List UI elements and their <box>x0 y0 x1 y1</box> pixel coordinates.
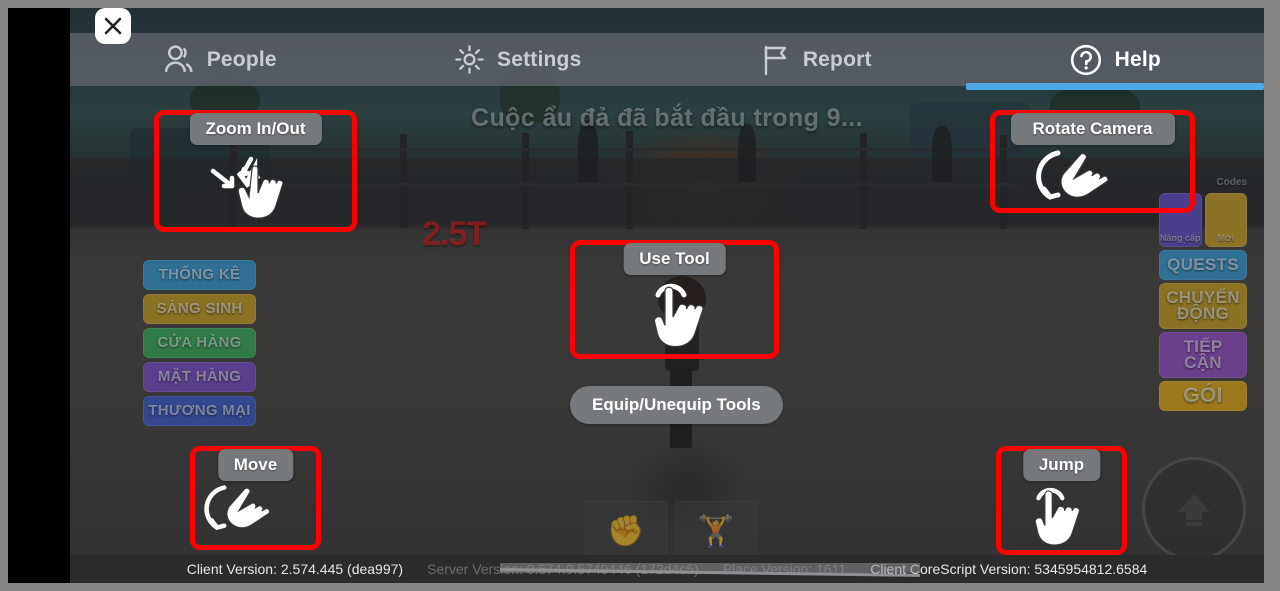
sidebar-item-sang-sinh[interactable]: SẢNG SINH <box>143 294 256 324</box>
sidebar-label: TIẾP CẬN <box>1183 337 1223 372</box>
sidebar-label: MẶT HÀNG <box>157 368 242 385</box>
sidebar-label: Nâng cấp <box>1160 233 1201 243</box>
left-sidebar: THỐNG KÊ SẢNG SINH CỬA HÀNG MẶT HÀNG THƯ… <box>143 260 256 426</box>
damage-number: 2.5T <box>422 215 487 253</box>
sidebar-label: GÓI <box>1183 384 1223 407</box>
app-root: Cuộc ẩu đả đã bắt đầu trong 9... 2.5T TH… <box>0 0 1280 591</box>
sidebar-item-thuong-mai[interactable]: THƯƠNG MẠI <box>143 396 256 426</box>
sidebar-label: SẢNG SINH <box>156 300 243 317</box>
pinch-hand-icon <box>191 143 321 235</box>
annotation-label: Zoom In/Out <box>189 113 322 145</box>
sidebar-label: Mời <box>1217 233 1234 243</box>
up-arrow-icon <box>1178 494 1210 526</box>
people-icon <box>162 43 195 76</box>
sidebar-item-moi[interactable]: Mời <box>1204 193 1247 247</box>
fist-icon: ✊ <box>607 514 645 548</box>
tab-help[interactable]: Help <box>965 33 1264 90</box>
inventory-hotbar: ✊ 🏋 <box>585 501 757 561</box>
tab-label: Report <box>802 47 872 71</box>
sidebar-item-tiep-can[interactable]: TIẾP CẬN <box>1159 332 1247 378</box>
dumbbell-icon: 🏋 <box>697 514 735 548</box>
sidebar-item-chuyen-dong[interactable]: CHUYỂN ĐỘNG <box>1159 283 1247 329</box>
annotation-label: Use Tool <box>623 243 726 275</box>
sidebar-item-goi[interactable]: GÓI <box>1159 381 1247 411</box>
equip-unequip-tools-button[interactable]: Equip/Unequip Tools <box>570 386 783 424</box>
inventory-slot-fist[interactable]: ✊ <box>585 501 667 561</box>
sidebar-item-cua-hang[interactable]: CỬA HÀNG <box>143 328 256 358</box>
close-icon <box>104 17 122 35</box>
tab-report[interactable]: Report <box>667 33 966 86</box>
swipe-hand-icon <box>1028 143 1158 219</box>
sidebar-label: QUESTS <box>1167 255 1239 274</box>
sidebar-label: CHUYỂN ĐỘNG <box>1166 288 1240 323</box>
right-sidebar: Codes Nâng cấp Mời QUESTS CHUYỂN ĐỘNG TI… <box>1159 177 1247 411</box>
letterbox-bar <box>8 8 70 583</box>
tab-label: Help <box>1114 47 1161 71</box>
sidebar-item-quests[interactable]: QUESTS <box>1159 250 1247 280</box>
annotation-label: Rotate Camera <box>1010 113 1175 145</box>
annotation-use-tool: Use Tool <box>570 240 779 359</box>
status-bar: Client Version: 2.574.445 (dea997) Serve… <box>70 555 1264 583</box>
annotation-move: Move <box>190 446 321 550</box>
tab-label: Settings <box>497 47 582 71</box>
tap-hand-icon <box>1004 477 1104 561</box>
annotation-zoom: Zoom In/Out <box>154 110 357 232</box>
gear-icon <box>454 44 485 75</box>
annotation-jump: Jump <box>996 446 1127 555</box>
inventory-slot-dumbbell[interactable]: 🏋 <box>675 501 757 561</box>
annotation-rotate-camera: Rotate Camera <box>990 110 1195 213</box>
sidebar-label: THƯƠNG MẠI <box>148 402 251 419</box>
active-tab-underline <box>965 83 1264 90</box>
swipe-hand-icon <box>197 477 315 549</box>
help-tab-bar: People Settings Report Help <box>70 33 1264 90</box>
tap-hand-icon <box>620 273 730 363</box>
codes-tag[interactable]: Codes <box>1216 177 1247 188</box>
tab-settings[interactable]: Settings <box>369 33 668 86</box>
client-version-text: Client Version: 2.574.445 (dea997) <box>186 561 404 577</box>
flag-icon <box>761 44 791 76</box>
sidebar-label: THỐNG KÊ <box>158 266 241 283</box>
sidebar-label: CỬA HÀNG <box>157 334 242 351</box>
close-button[interactable] <box>95 8 131 44</box>
tab-label: People <box>206 47 277 71</box>
question-icon <box>1069 43 1103 77</box>
sidebar-item-mat-hang[interactable]: MẶT HÀNG <box>143 362 256 392</box>
sidebar-item-thong-ke[interactable]: THỐNG KÊ <box>143 260 256 290</box>
jump-button[interactable] <box>1142 457 1246 561</box>
